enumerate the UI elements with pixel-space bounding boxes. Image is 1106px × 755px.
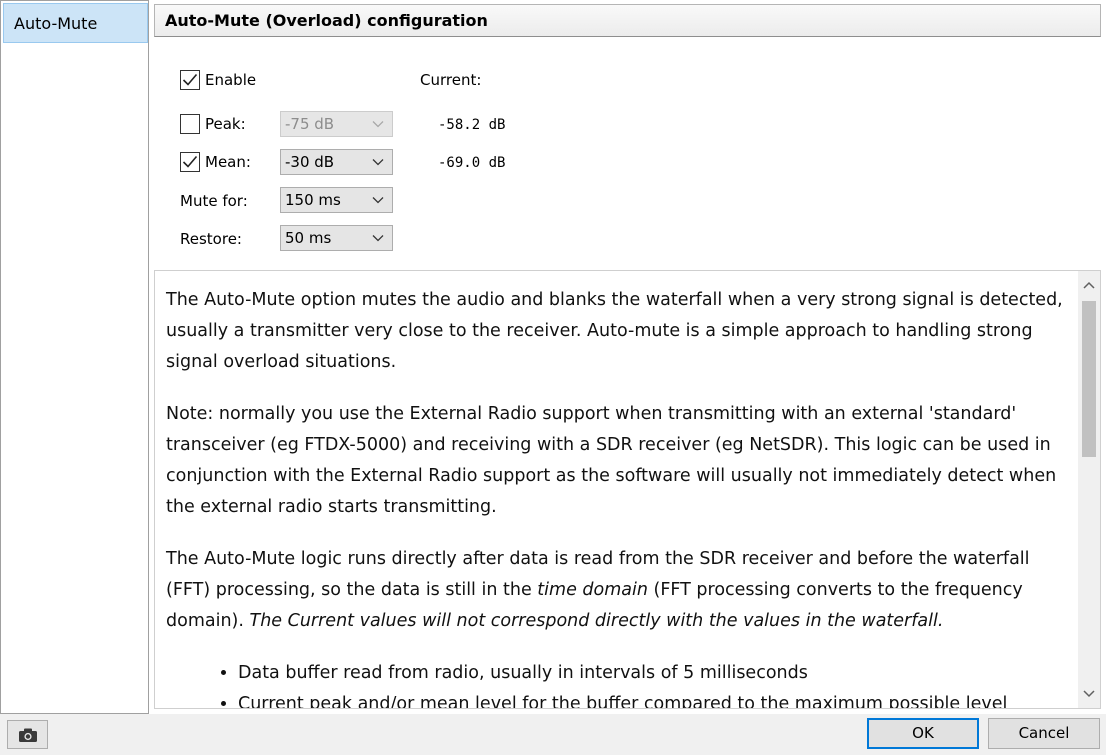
enable-label: Enable (205, 71, 257, 89)
help-text-panel[interactable]: The Auto-Mute option mutes the audio and… (154, 270, 1101, 709)
help-paragraph: The Auto-Mute logic runs directly after … (166, 544, 1071, 637)
current-label: Current: (420, 71, 482, 89)
ok-button[interactable]: OK (867, 718, 979, 749)
peak-current-value: -58.2 dB (438, 117, 506, 133)
chevron-down-icon (372, 197, 384, 204)
sidebar-item-label: Auto-Mute (14, 14, 98, 33)
vertical-scrollbar[interactable] (1078, 271, 1100, 708)
restore-select[interactable]: 50 ms (280, 225, 393, 251)
mute-for-select[interactable]: 150 ms (280, 187, 393, 213)
help-emphasis: time domain (537, 580, 648, 600)
scroll-down-button[interactable] (1078, 682, 1100, 704)
list-item: Current peak and/or mean level for the b… (238, 689, 1071, 708)
mute-for-label: Mute for: (180, 192, 248, 210)
sidebar: Auto-Mute (0, 0, 149, 714)
list-item: Data buffer read from radio, usually in … (238, 658, 1071, 689)
chevron-down-icon (372, 235, 384, 242)
help-paragraph: Note: normally you use the External Radi… (166, 404, 1057, 517)
help-bullet-list: Data buffer read from radio, usually in … (166, 658, 1071, 708)
mean-current-value: -69.0 dB (438, 155, 506, 171)
checkmark-icon (182, 73, 198, 86)
chevron-up-icon (1083, 281, 1095, 289)
peak-level-select[interactable]: -75 dB (280, 111, 393, 137)
screenshot-button[interactable] (7, 720, 48, 749)
camera-icon (19, 728, 37, 742)
chevron-down-icon (372, 121, 384, 128)
peak-label: Peak: (205, 115, 246, 133)
help-emphasis: The Current values will not correspond d… (249, 611, 944, 631)
peak-checkbox[interactable] (180, 114, 200, 134)
enable-checkbox[interactable] (180, 70, 200, 90)
mean-label: Mean: (205, 153, 251, 171)
page-title: Auto-Mute (Overload) configuration (154, 4, 1101, 37)
checkmark-icon (182, 155, 198, 168)
scroll-up-button[interactable] (1078, 275, 1100, 297)
chevron-down-icon (372, 159, 384, 166)
cancel-button[interactable]: Cancel (988, 718, 1100, 749)
mute-for-value: 150 ms (285, 191, 341, 209)
mean-level-value: -30 dB (285, 153, 335, 171)
scrollbar-thumb[interactable] (1082, 301, 1096, 457)
main-panel: Auto-Mute (Overload) configuration Enabl… (149, 0, 1106, 714)
help-paragraph: The Auto-Mute option mutes the audio and… (166, 290, 1063, 372)
mean-level-select[interactable]: -30 dB (280, 149, 393, 175)
sidebar-item-auto-mute[interactable]: Auto-Mute (3, 3, 148, 43)
help-content: The Auto-Mute option mutes the audio and… (166, 285, 1071, 708)
restore-value: 50 ms (285, 229, 332, 247)
restore-label: Restore: (180, 230, 242, 248)
mean-checkbox[interactable] (180, 152, 200, 172)
chevron-down-icon (1083, 690, 1095, 698)
peak-level-value: -75 dB (285, 115, 335, 133)
